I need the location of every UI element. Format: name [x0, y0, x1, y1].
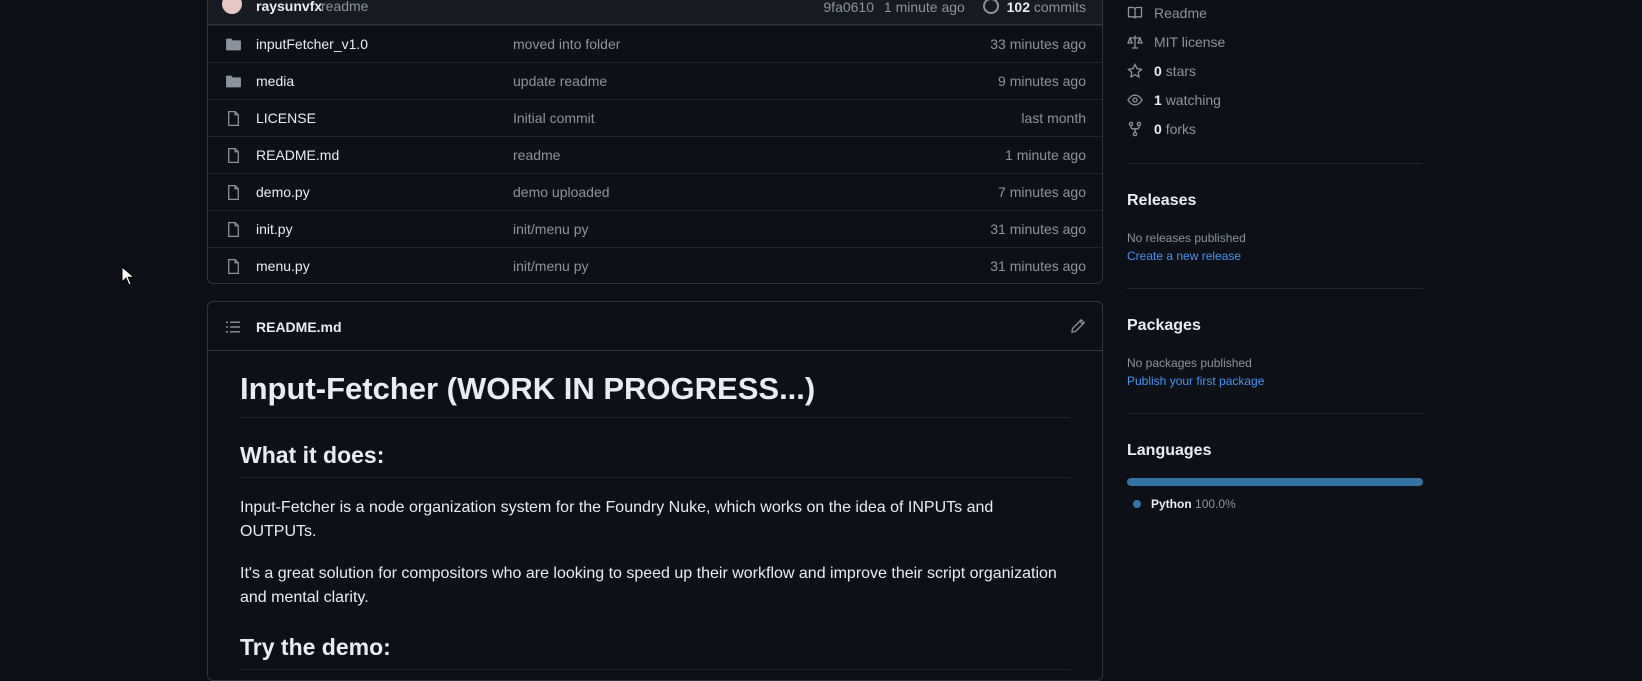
packages-empty-text: No packages published — [1127, 356, 1252, 370]
releases-title[interactable]: Releases — [1127, 192, 1196, 210]
divider — [1127, 288, 1423, 289]
readme-panel: README.md Input-Fetcher (WORK IN PROGRES… — [207, 301, 1103, 681]
file-name[interactable]: LICENSE — [256, 110, 316, 126]
file-commit-message[interactable]: init/menu py — [513, 221, 588, 237]
commits-label[interactable]: commits — [1034, 0, 1086, 15]
file-age: last month — [1021, 110, 1086, 126]
file-row[interactable]: menu.py init/menu py 31 minutes ago — [208, 247, 1102, 283]
history-icon — [982, 0, 999, 14]
file-browser: raysunvfx readme 9fa0610 1 minute ago 10… — [207, 0, 1103, 284]
file-row[interactable]: README.md readme 1 minute ago — [208, 136, 1102, 173]
commit-time: 1 minute ago — [883, 0, 965, 15]
file-name[interactable]: inputFetcher_v1.0 — [256, 36, 368, 52]
packages-title[interactable]: Packages — [1127, 317, 1201, 335]
forks-count: 0 — [1154, 121, 1162, 137]
python-color-dot — [1133, 500, 1141, 508]
readme-h2-demo: Try the demo: — [240, 634, 1070, 670]
file-row[interactable]: inputFetcher_v1.0 moved into folder 33 m… — [208, 25, 1102, 62]
file-name[interactable]: demo.py — [256, 184, 310, 200]
language-bar — [1127, 478, 1423, 486]
file-commit-message[interactable]: Initial commit — [513, 110, 595, 126]
star-icon — [1127, 63, 1143, 79]
fork-icon — [1128, 121, 1142, 137]
file-row[interactable]: demo.py demo uploaded 7 minutes ago — [208, 173, 1102, 210]
readme-h2-what: What it does: — [240, 442, 1070, 478]
readme-h1: Input-Fetcher (WORK IN PROGRESS...) — [240, 371, 1070, 418]
readme-content: Input-Fetcher (WORK IN PROGRESS...) What… — [208, 371, 1102, 670]
language-item[interactable]: Python 100.0% — [1133, 497, 1236, 511]
file-icon — [228, 110, 239, 127]
eye-icon — [1127, 94, 1143, 106]
file-age: 1 minute ago — [1005, 147, 1086, 163]
file-name[interactable]: init.py — [256, 221, 293, 237]
watching-label: watching — [1165, 92, 1221, 108]
book-icon — [1127, 6, 1143, 19]
file-age: 33 minutes ago — [990, 36, 1086, 52]
commit-meta: 9fa0610 1 minute ago 102 commits — [823, 0, 1086, 15]
language-name: Python — [1151, 497, 1192, 511]
file-age: 31 minutes ago — [990, 221, 1086, 237]
list-icon[interactable] — [225, 319, 241, 335]
pencil-icon[interactable] — [1070, 318, 1086, 334]
file-name[interactable]: README.md — [256, 147, 339, 163]
folder-icon — [226, 38, 241, 51]
mouse-cursor-icon — [121, 266, 135, 286]
file-commit-message[interactable]: readme — [513, 147, 560, 163]
file-commit-message[interactable]: update readme — [513, 73, 607, 89]
watching-count: 1 — [1154, 92, 1162, 108]
readme-paragraph: Input-Fetcher is a node organization sys… — [240, 499, 994, 540]
stars-label: stars — [1165, 63, 1197, 79]
file-icon — [228, 147, 239, 164]
languages-title: Languages — [1127, 442, 1212, 459]
commit-author[interactable]: raysunvfx — [256, 0, 322, 14]
file-age: 9 minutes ago — [998, 73, 1086, 89]
commit-message[interactable]: readme — [321, 0, 368, 14]
language-percent: 100.0% — [1195, 497, 1236, 511]
file-icon — [228, 221, 239, 238]
file-age: 7 minutes ago — [998, 184, 1086, 200]
stars-count: 0 — [1154, 63, 1162, 79]
latest-commit-bar: raysunvfx readme 9fa0610 1 minute ago 10… — [208, 0, 1102, 25]
divider — [1127, 163, 1423, 164]
divider — [1127, 413, 1423, 414]
readme-title[interactable]: README.md — [256, 319, 342, 335]
file-name[interactable]: menu.py — [256, 258, 310, 274]
avatar[interactable] — [222, 0, 242, 14]
folder-icon — [226, 75, 241, 88]
file-icon — [228, 258, 239, 275]
commits-count[interactable]: 102 — [1007, 0, 1030, 15]
publish-package-link[interactable]: Publish your first package — [1127, 374, 1264, 388]
file-commit-message[interactable]: demo uploaded — [513, 184, 610, 200]
file-name[interactable]: media — [256, 73, 294, 89]
readme-label[interactable]: Readme — [1154, 5, 1207, 21]
file-row[interactable]: LICENSE Initial commit last month — [208, 99, 1102, 136]
releases-empty-text: No releases published — [1127, 231, 1246, 245]
file-commit-message[interactable]: moved into folder — [513, 36, 620, 52]
law-icon — [1127, 35, 1143, 49]
commit-hash[interactable]: 9fa0610 — [823, 0, 874, 15]
readme-paragraph: It's a great solution for compositors wh… — [240, 565, 1057, 606]
forks-label: forks — [1165, 121, 1197, 137]
file-row[interactable]: media update readme 9 minutes ago — [208, 62, 1102, 99]
file-icon — [228, 184, 239, 201]
file-age: 31 minutes ago — [990, 258, 1086, 274]
file-row[interactable]: init.py init/menu py 31 minutes ago — [208, 210, 1102, 247]
license-label[interactable]: MIT license — [1154, 34, 1225, 50]
create-release-link[interactable]: Create a new release — [1127, 249, 1241, 263]
readme-header: README.md — [208, 302, 1102, 351]
file-commit-message[interactable]: init/menu py — [513, 258, 588, 274]
